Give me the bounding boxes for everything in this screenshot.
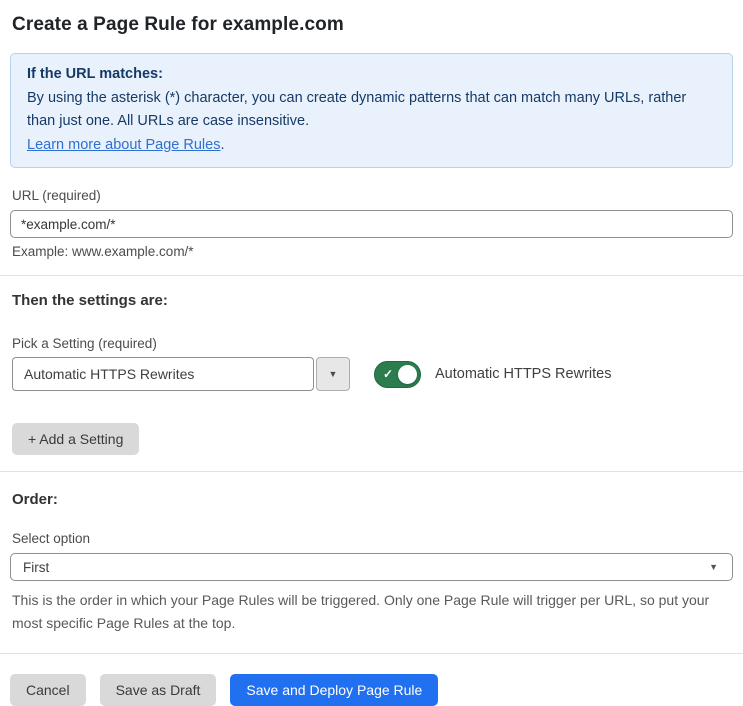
order-section-heading: Order: <box>12 491 58 508</box>
setting-select-value: Automatic HTTPS Rewrites <box>24 366 195 382</box>
info-box-heading: If the URL matches: <box>27 66 163 82</box>
toggle-knob <box>398 364 417 384</box>
chevron-down-icon: ▼ <box>328 369 338 379</box>
create-page-rule-panel: Create a Page Rule for example.com If th… <box>0 14 743 706</box>
settings-section-heading: Then the settings are: <box>12 292 168 309</box>
save-as-draft-button[interactable]: Save as Draft <box>99 674 217 706</box>
add-setting-button[interactable]: + Add a Setting <box>12 423 140 455</box>
cancel-button[interactable]: Cancel <box>10 674 86 706</box>
learn-more-link[interactable]: Learn more about Page Rules <box>27 137 220 153</box>
footer-actions: Cancel Save as Draft Save and Deploy Pag… <box>10 674 733 706</box>
page-title: Create a Page Rule for example.com <box>12 14 344 35</box>
setting-select[interactable]: Automatic HTTPS Rewrites <box>12 357 314 391</box>
link-suffix: . <box>220 136 225 153</box>
check-icon: ✓ <box>383 367 394 381</box>
order-helper-text: This is the order in which your Page Rul… <box>12 592 710 631</box>
order-select-value: First <box>23 559 50 575</box>
info-box-link-line: Learn more about Page Rules. <box>27 134 716 158</box>
url-input[interactable] <box>10 210 733 238</box>
save-and-deploy-button[interactable]: Save and Deploy Page Rule <box>230 674 439 706</box>
url-field-label: URL (required) <box>12 188 101 203</box>
setting-row: Automatic HTTPS Rewrites ▼ ✓ Automatic H… <box>12 357 731 391</box>
order-select[interactable]: First ▼ <box>10 553 733 581</box>
order-select-label: Select option <box>12 531 91 546</box>
info-box-body: By using the asterisk (*) character, you… <box>27 89 687 130</box>
section-divider <box>0 275 743 276</box>
url-match-info-box: If the URL matches: By using the asteris… <box>10 53 733 168</box>
pick-setting-label: Pick a Setting (required) <box>12 336 157 351</box>
setting-toggle-label: Automatic HTTPS Rewrites <box>435 366 612 382</box>
setting-select-arrow-button[interactable]: ▼ <box>316 357 350 391</box>
section-divider <box>0 471 743 472</box>
chevron-down-icon: ▼ <box>709 562 718 572</box>
url-example-helper: Example: www.example.com/* <box>12 244 194 259</box>
section-divider <box>0 653 743 654</box>
setting-toggle[interactable]: ✓ <box>374 360 421 388</box>
